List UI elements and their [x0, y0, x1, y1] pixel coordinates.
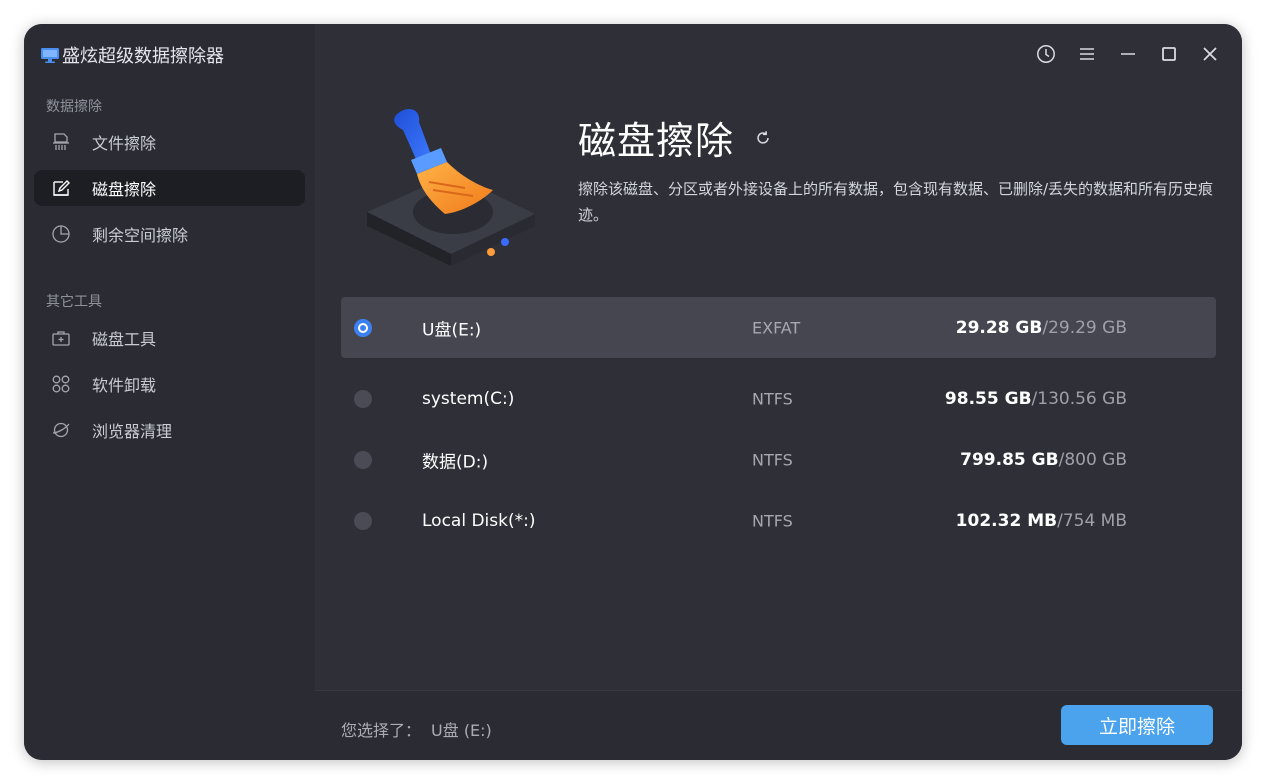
page-description: 擦除该磁盘、分区或者外接设备上的所有数据，包含现有数据、已删除/丢失的数据和所有…: [578, 180, 1214, 224]
disk-used: 29.28 GB: [955, 317, 1043, 338]
sidebar-item-label: 浏览器清理: [92, 422, 173, 441]
page-title: 磁盘擦除: [578, 110, 774, 165]
app-title-text: 盛炫超级数据擦除器: [62, 46, 224, 67]
radio-unselected[interactable]: [354, 450, 372, 469]
disk-total: 800 GB: [1064, 449, 1127, 470]
disk-filesystem: EXFAT: [752, 318, 801, 337]
disk-name: Local Disk(*:): [422, 510, 536, 531]
refresh-icon[interactable]: [752, 127, 774, 149]
app-window: 盛炫超级数据擦除器 数据擦除 文件擦除 磁盘擦除 剩余空间擦除 其它工具 磁盘工…: [24, 24, 1242, 760]
radio-selected[interactable]: [354, 318, 372, 337]
maximize-icon[interactable]: [1157, 42, 1181, 66]
radio-unselected[interactable]: [354, 389, 372, 408]
history-icon[interactable]: [1034, 42, 1058, 66]
disk-filesystem: NTFS: [752, 450, 793, 469]
apps-grid-icon: [50, 373, 72, 395]
disk-total: 130.56 GB: [1037, 388, 1127, 409]
sidebar-item-disk-tools[interactable]: 磁盘工具: [34, 320, 305, 356]
disk-total: 754 MB: [1062, 510, 1127, 531]
sidebar-item-label: 文件擦除: [92, 134, 157, 153]
menu-icon[interactable]: [1075, 42, 1099, 66]
browser-clean-icon: [50, 419, 72, 441]
sidebar-item-label: 磁盘工具: [92, 330, 157, 349]
disk-name: U盘(E:): [422, 320, 482, 340]
sidebar-item-free-space-erase[interactable]: 剩余空间擦除: [34, 216, 305, 252]
disk-used: 799.85 GB: [960, 449, 1059, 470]
selection-value: U盘 (E:): [431, 721, 492, 740]
disk-size: 98.55 GB/130.56 GB: [944, 388, 1127, 409]
section-label-other-tools: 其它工具: [46, 294, 102, 310]
disk-erase-icon: [50, 177, 72, 199]
disk-used: 102.32 MB: [955, 510, 1058, 531]
disk-row-e[interactable]: U盘(E:) EXFAT 29.28 GB/29.29 GB: [341, 297, 1216, 358]
sidebar-item-disk-erase[interactable]: 磁盘擦除: [34, 170, 305, 206]
selection-summary: 您选择了： U盘 (E:): [341, 717, 492, 741]
app-title: 盛炫超级数据擦除器: [40, 42, 224, 68]
sidebar-item-label: 磁盘擦除: [92, 180, 157, 199]
disk-filesystem: NTFS: [752, 389, 793, 408]
sidebar-item-label: 软件卸载: [92, 376, 157, 395]
disk-total: 29.29 GB: [1048, 317, 1127, 338]
pie-chart-icon: [50, 223, 72, 245]
disk-size: 102.32 MB/754 MB: [955, 510, 1127, 531]
sidebar-item-file-erase[interactable]: 文件擦除: [34, 124, 305, 160]
disk-size: 799.85 GB/800 GB: [960, 449, 1127, 470]
disk-broom-illustration: [353, 102, 543, 272]
disk-row-c[interactable]: system(C:) NTFS 98.55 GB/130.56 GB: [341, 368, 1216, 429]
window-controls: [1017, 42, 1222, 66]
disk-row-d[interactable]: 数据(D:) NTFS 799.85 GB/800 GB: [341, 429, 1216, 490]
sidebar-item-uninstall[interactable]: 软件卸载: [34, 366, 305, 402]
erase-now-button[interactable]: 立即擦除: [1061, 705, 1213, 745]
main-panel: 磁盘擦除 擦除该磁盘、分区或者外接设备上的所有数据，包含现有数据、已删除/丢失的…: [315, 24, 1242, 760]
minimize-icon[interactable]: [1116, 42, 1140, 66]
disk-name: system(C:): [422, 388, 515, 409]
selection-label: 您选择了：: [341, 721, 422, 740]
sidebar: 盛炫超级数据擦除器 数据擦除 文件擦除 磁盘擦除 剩余空间擦除 其它工具 磁盘工…: [24, 24, 315, 760]
close-icon[interactable]: [1198, 42, 1222, 66]
toolbox-icon: [50, 327, 72, 349]
radio-unselected[interactable]: [354, 511, 372, 530]
page-title-text: 磁盘擦除: [578, 119, 735, 163]
section-label-data-erase: 数据擦除: [46, 99, 102, 115]
monitor-logo-icon: [40, 45, 60, 65]
sidebar-item-label: 剩余空间擦除: [92, 226, 189, 245]
disk-used: 98.55 GB: [944, 388, 1032, 409]
disk-filesystem: NTFS: [752, 511, 793, 530]
disk-name: 数据(D:): [422, 452, 489, 472]
sidebar-item-browser-clean[interactable]: 浏览器清理: [34, 412, 305, 448]
disk-size: 29.28 GB/29.29 GB: [955, 317, 1127, 338]
disk-row-local[interactable]: Local Disk(*:) NTFS 102.32 MB/754 MB: [341, 490, 1216, 551]
file-shred-icon: [50, 131, 72, 153]
footer-bar: 您选择了： U盘 (E:) 立即擦除: [315, 690, 1242, 760]
